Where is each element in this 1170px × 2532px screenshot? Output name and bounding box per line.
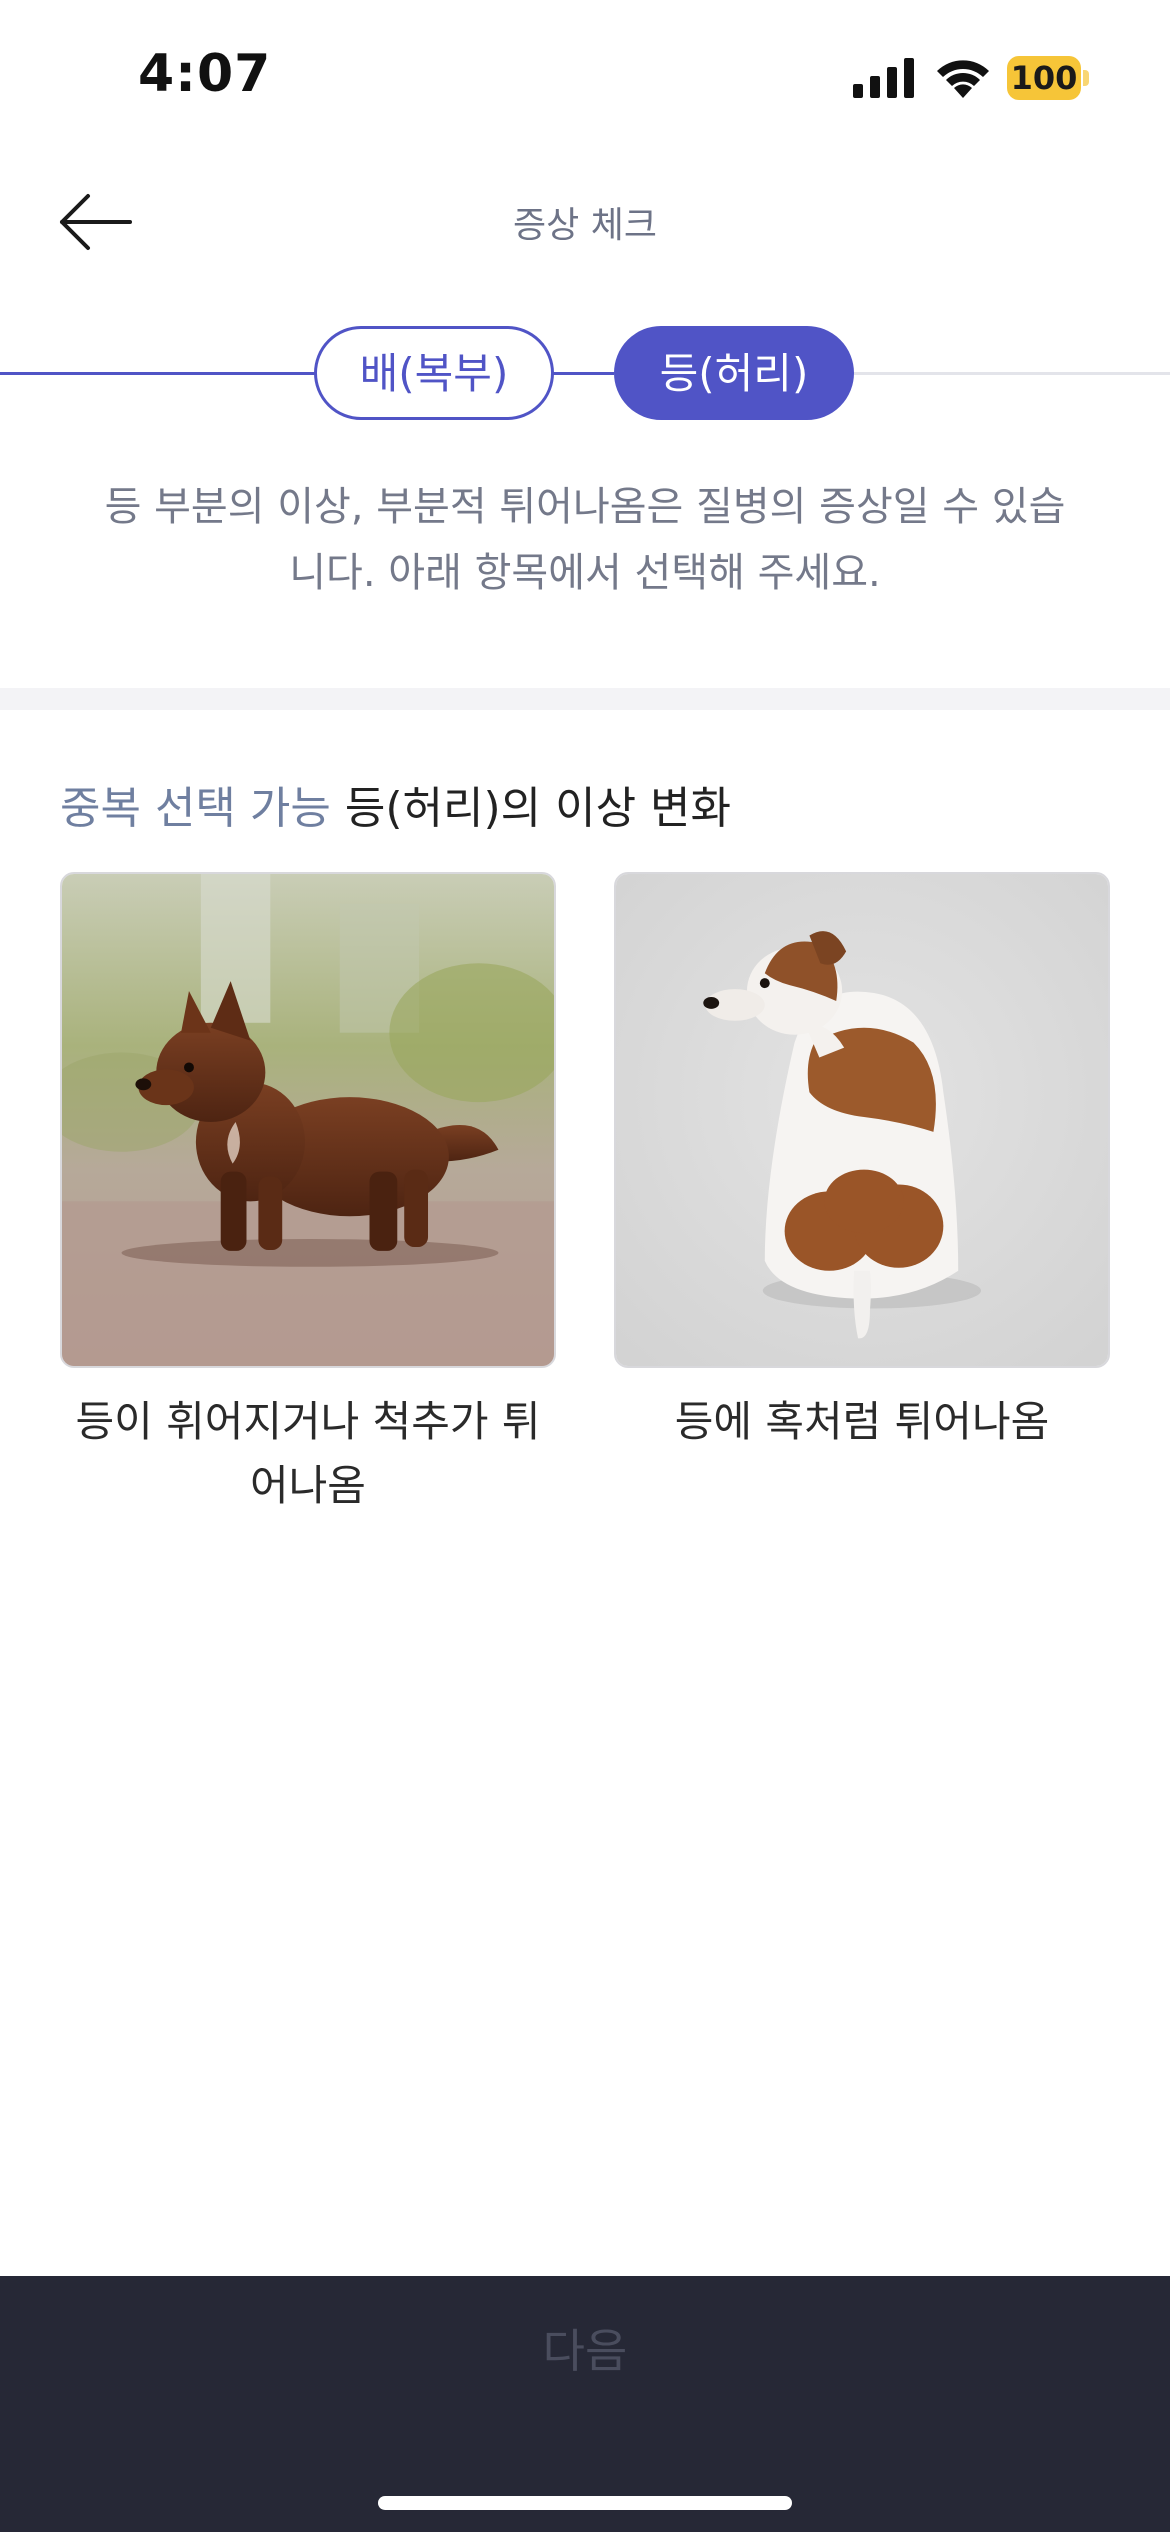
battery-icon: 100 (1007, 56, 1089, 100)
section-heading: 중복 선택 가능 등(허리)의 이상 변화 (60, 772, 731, 836)
option-image-jack-russell (614, 872, 1110, 1368)
page-title: 증상 체크 (513, 205, 657, 246)
home-indicator (378, 2496, 792, 2510)
option-card-spine-curved[interactable]: 등이 휘어지거나 척추가 튀어나옴 (60, 872, 556, 1518)
section-divider (0, 688, 1170, 710)
status-bar: 4:07 100 (0, 0, 1170, 150)
cellular-signal-icon (853, 58, 914, 98)
status-time: 4:07 (138, 44, 272, 104)
progress-line-remaining (854, 372, 1170, 375)
next-button[interactable]: 다음 (0, 2276, 1170, 2426)
step-progress: 배(복부) 등(허리) (0, 326, 1170, 422)
step-back-waist[interactable]: 등(허리) (614, 326, 854, 420)
instruction-text: 등 부분의 이상, 부분적 튀어나옴은 질병의 증상일 수 있습니다. 아래 항… (104, 484, 1066, 596)
section-title: 등(허리)의 이상 변화 (344, 783, 732, 834)
step-belly[interactable]: 배(복부) (314, 326, 554, 420)
multi-select-hint: 중복 선택 가능 (60, 783, 331, 834)
battery-level: 100 (1010, 59, 1078, 97)
symptom-check-screen: 4:07 100 증상 체크 배(복부) 등(허리) 등 부분의 이상, 부분적… (0, 0, 1170, 2532)
option-image-brown-puppy (60, 872, 556, 1368)
bottom-bar: 다음 (0, 2276, 1170, 2532)
wifi-icon (937, 60, 989, 98)
option-card-back-lump[interactable]: 등에 혹처럼 튀어나옴 (614, 872, 1110, 1454)
option-label: 등에 혹처럼 튀어나옴 (674, 1397, 1050, 1446)
option-label: 등이 휘어지거나 척추가 튀어나옴 (75, 1397, 541, 1510)
